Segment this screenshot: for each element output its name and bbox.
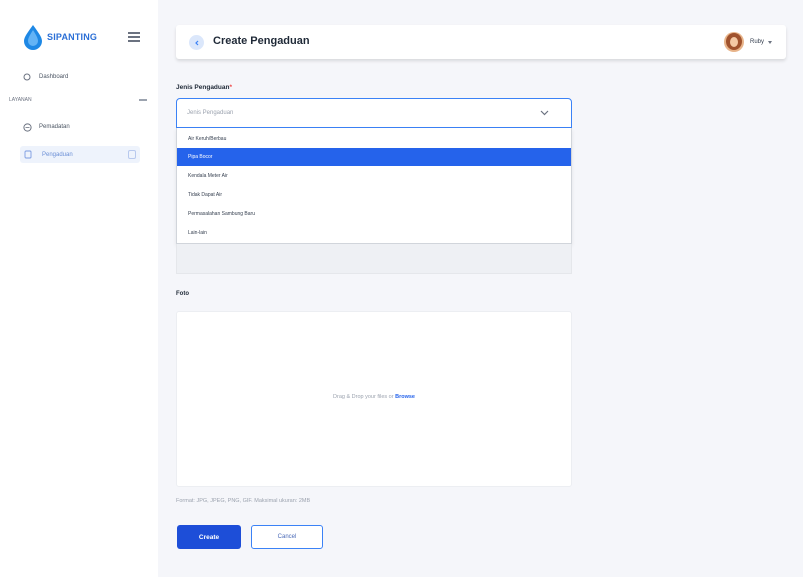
water-drop-icon xyxy=(24,25,42,50)
dropzone-text: Drag & Drop your files or Browse xyxy=(333,394,415,400)
sidebar-group-header[interactable]: LAYANAN xyxy=(9,97,147,103)
option-pipa-bocor[interactable]: Pipa Bocor xyxy=(177,148,571,166)
create-button[interactable]: Create xyxy=(177,525,241,549)
user-name: Ruby xyxy=(749,39,764,45)
sidebar-item-label: Pengaduan xyxy=(42,151,73,158)
back-button[interactable] xyxy=(189,35,204,50)
option-kendala-meter-air[interactable]: Kendala Meter Air xyxy=(177,167,571,185)
dashboard-icon xyxy=(22,72,32,82)
sidebar-group-label: LAYANAN xyxy=(9,97,32,103)
option-lain-lain[interactable]: Lain-lain xyxy=(177,224,571,242)
jenis-pengaduan-label: Jenis Pengaduan* xyxy=(176,84,232,91)
select-placeholder: Jenis Pengaduan xyxy=(187,110,234,116)
page-header: Create Pengaduan Ruby xyxy=(176,25,786,59)
main-content xyxy=(158,0,803,577)
sidebar-item-label: Dashboard xyxy=(39,74,69,80)
sidebar: SIPANTING Dashboard LAYANAN Pemadatan Pe… xyxy=(0,0,158,577)
sidebar-item-pengaduan[interactable]: Pengaduan xyxy=(20,146,140,163)
item-badge-icon xyxy=(128,150,136,159)
user-menu[interactable]: Ruby xyxy=(723,32,772,52)
sidebar-item-pemadatan[interactable]: Pemadatan xyxy=(22,122,70,132)
description-textarea[interactable] xyxy=(176,244,572,274)
app-logo[interactable]: SIPANTING xyxy=(22,24,97,50)
arrow-left-icon xyxy=(194,40,198,45)
foto-label: Foto xyxy=(176,291,189,297)
upload-hint: Format: JPG, JPEG, PNG, GIF. Maksimal uk… xyxy=(176,498,311,504)
option-permasalahan-sambung-baru[interactable]: Permasalahan Sambung Baru xyxy=(177,205,571,223)
jenis-pengaduan-select[interactable]: Jenis Pengaduan xyxy=(176,98,572,128)
browse-link[interactable]: Browse xyxy=(395,394,415,400)
page-title: Create Pengaduan xyxy=(213,35,310,47)
circle-icon xyxy=(22,122,32,132)
option-tidak-dapat-air[interactable]: Tidak Dapat Air xyxy=(177,186,571,204)
menu-toggle-icon[interactable] xyxy=(128,32,140,42)
cancel-button[interactable]: Cancel xyxy=(251,525,323,549)
option-air-keruh[interactable]: Air Keruh/Berbau xyxy=(177,130,571,148)
chevron-down-icon xyxy=(540,110,549,116)
collapse-icon xyxy=(139,99,147,101)
file-dropzone[interactable]: Drag & Drop your files or Browse xyxy=(176,311,572,487)
chevron-down-icon xyxy=(768,40,772,44)
sidebar-item-label: Pemadatan xyxy=(39,124,70,130)
logo-text: SIPANTING xyxy=(47,32,98,42)
jenis-pengaduan-options: Air Keruh/Berbau Pipa Bocor Kendala Mete… xyxy=(176,128,572,244)
sidebar-item-dashboard[interactable]: Dashboard xyxy=(22,72,68,82)
avatar xyxy=(723,32,744,52)
document-icon xyxy=(24,150,34,160)
